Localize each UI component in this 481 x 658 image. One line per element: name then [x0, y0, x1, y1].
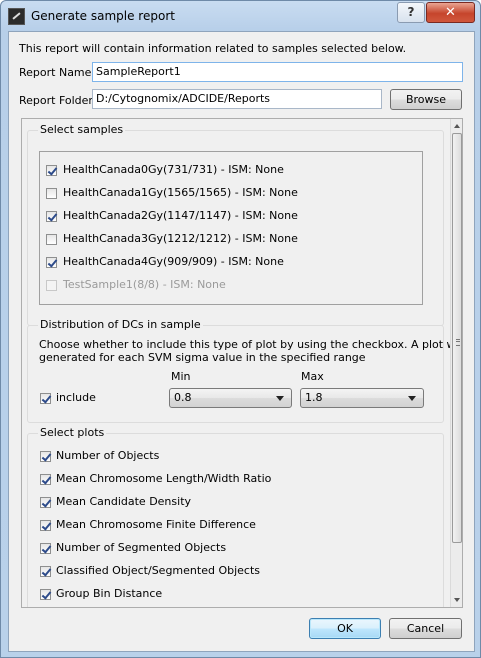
- plot-checkbox[interactable]: [40, 589, 51, 600]
- chevron-down-icon: [408, 396, 416, 401]
- max-sigma-value: 1.8: [305, 391, 323, 404]
- sample-label: HealthCanada1Gy(1565/1565) - ISM: None: [63, 186, 298, 199]
- min-label: Min: [171, 370, 191, 383]
- min-sigma-select[interactable]: 0.8: [169, 388, 292, 408]
- distribution-group: Distribution of DCs in sample Choose whe…: [27, 318, 462, 423]
- sample-checkbox[interactable]: [46, 211, 57, 222]
- app-icon: [8, 8, 25, 25]
- select-samples-title: Select samples: [38, 123, 126, 136]
- plot-checkbox[interactable]: [40, 474, 51, 485]
- distribution-description-2: generated for each SVM sigma value in th…: [39, 351, 366, 364]
- select-plots-group: Select plots Number of Objects Mean Chro…: [27, 426, 444, 607]
- plot-checkbox[interactable]: [40, 543, 51, 554]
- plot-label: Mean Chromosome Length/Width Ratio: [56, 472, 272, 485]
- vertical-scrollbar[interactable]: [450, 119, 462, 607]
- sample-checkbox[interactable]: [46, 234, 57, 245]
- plot-checkbox[interactable]: [40, 451, 51, 462]
- ok-button[interactable]: OK: [309, 618, 381, 639]
- include-label: include: [56, 391, 96, 404]
- plot-checkbox[interactable]: [40, 497, 51, 508]
- close-button[interactable]: ✕: [426, 2, 475, 23]
- options-scroll-area: Select samples HealthCanada0Gy(731/731) …: [21, 118, 463, 608]
- plot-label: Classified Object/Segmented Objects: [56, 564, 261, 577]
- report-folder-input[interactable]: D:/Cytognomix/ADCIDE/Reports: [92, 89, 382, 109]
- scroll-up-icon[interactable]: [454, 124, 460, 128]
- max-label: Max: [301, 370, 324, 383]
- plot-label: Mean Chromosome Finite Difference: [56, 518, 256, 531]
- sample-checkbox[interactable]: [46, 188, 57, 199]
- select-samples-group: Select samples HealthCanada0Gy(731/731) …: [27, 123, 444, 326]
- sample-checkbox[interactable]: [46, 165, 57, 176]
- sample-label: TestSample1(8/8) - ISM: None: [63, 278, 226, 291]
- plot-checkbox[interactable]: [40, 566, 51, 577]
- report-folder-label: Report Folder:: [19, 94, 97, 107]
- window-title: Generate sample report: [31, 9, 175, 23]
- distribution-title: Distribution of DCs in sample: [38, 318, 203, 331]
- sample-label: HealthCanada4Gy(909/909) - ISM: None: [63, 255, 284, 268]
- plot-label: Mean Candidate Density: [56, 495, 192, 508]
- cancel-button[interactable]: Cancel: [389, 618, 462, 639]
- sample-checkbox: [46, 280, 57, 291]
- max-sigma-select[interactable]: 1.8: [300, 388, 424, 408]
- title-bar[interactable]: Generate sample report ? ✕: [1, 1, 480, 31]
- dialog-body: This report will contain information rel…: [8, 31, 475, 652]
- grip-icon: [456, 339, 460, 346]
- report-name-input[interactable]: SampleReport1: [92, 62, 463, 82]
- sample-label: HealthCanada3Gy(1212/1212) - ISM: None: [63, 232, 298, 245]
- plot-label: Number of Segmented Objects: [56, 541, 227, 554]
- min-sigma-value: 0.8: [174, 391, 192, 404]
- chevron-down-icon: [276, 396, 284, 401]
- help-button[interactable]: ?: [397, 2, 425, 23]
- samples-list: HealthCanada0Gy(731/731) - ISM: None Hea…: [39, 151, 423, 305]
- scrollbar-thumb[interactable]: [452, 133, 462, 543]
- plot-label: Group Bin Distance: [56, 587, 163, 600]
- plot-checkbox[interactable]: [40, 520, 51, 531]
- scroll-down-icon[interactable]: [454, 598, 460, 602]
- dialog-window: Generate sample report ? ✕ This report w…: [0, 0, 481, 658]
- plot-label: Number of Objects: [56, 449, 160, 462]
- intro-text: This report will contain information rel…: [19, 42, 407, 55]
- report-name-label: Report Name:: [19, 66, 96, 79]
- distribution-description: Choose whether to include this type of p…: [39, 338, 463, 351]
- browse-button[interactable]: Browse: [390, 89, 462, 110]
- include-checkbox[interactable]: [40, 393, 51, 404]
- sample-label: HealthCanada0Gy(731/731) - ISM: None: [63, 163, 284, 176]
- select-plots-title: Select plots: [38, 426, 107, 439]
- sample-checkbox[interactable]: [46, 257, 57, 268]
- sample-label: HealthCanada2Gy(1147/1147) - ISM: None: [63, 209, 298, 222]
